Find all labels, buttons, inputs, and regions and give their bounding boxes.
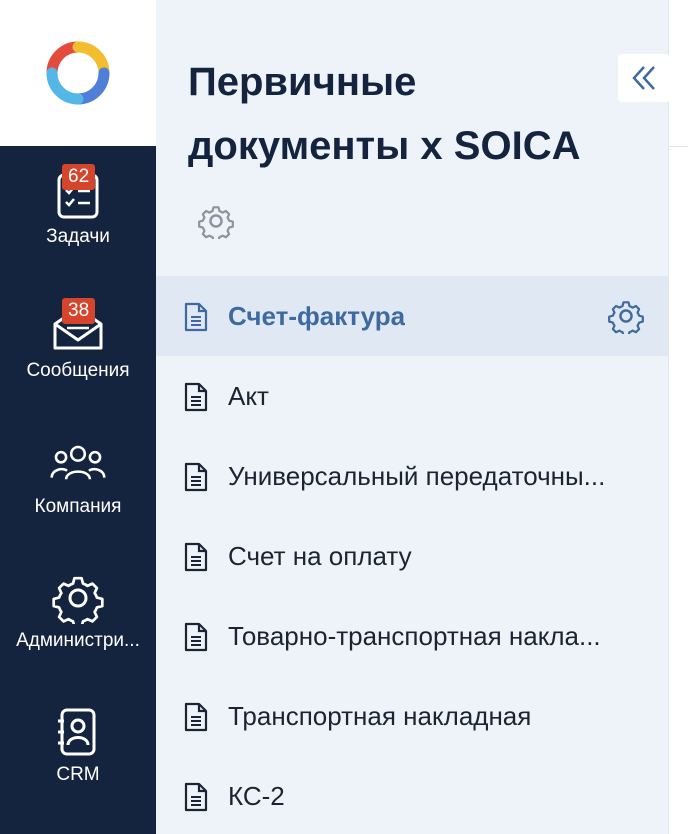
doc-item-act[interactable]: Акт [156,356,668,436]
section-title-text: Первичные документы х SOICA [188,60,581,168]
double-chevron-left-icon [632,66,655,90]
document-icon [184,622,208,652]
gear-icon [52,576,104,624]
tasks-badge: 62 [62,164,96,190]
people-icon [50,445,106,480]
rail-item-messages[interactable]: 38 Сообщения [0,298,156,382]
document-icon [184,702,208,732]
rail-item-admin[interactable]: Администри... [0,570,156,652]
document-list: Счет-фактура Акт Универсальный передаточ… [156,276,668,834]
row-settings-gear-icon[interactable] [608,298,644,334]
rail-label-admin: Администри... [16,630,140,651]
app-logo[interactable] [0,0,156,146]
doc-label: Счет на оплату [228,541,412,571]
rail-item-company[interactable]: Компания [0,436,156,518]
doc-item-upd[interactable]: Универсальный передаточны... [156,436,668,516]
doc-item-payment-invoice[interactable]: Счет на оплату [156,516,668,596]
document-icon [184,542,208,572]
messages-badge: 38 [62,298,96,324]
rail-label-company: Компания [34,496,122,517]
doc-label: Счет-фактура [228,301,406,331]
doc-label: Товарно-транспортная накла... [228,621,601,651]
app-root: 62 Задачи 38 Сообщения Компания Админист… [0,0,688,834]
rail-label-tasks: Задачи [46,226,110,247]
document-icon [184,382,208,412]
doc-label: КС-2 [228,781,285,811]
doc-label: Универсальный передаточны... [228,461,606,491]
rail-item-tasks[interactable]: 62 Задачи [0,164,156,248]
rail-item-crm[interactable]: CRM [0,704,156,786]
content-edge [668,0,688,834]
section-settings-icon[interactable] [198,194,234,243]
doc-item-waybill-ttn[interactable]: Товарно-транспортная накла... [156,596,668,676]
doc-item-invoice[interactable]: Счет-фактура [156,276,668,356]
logo-icon [46,41,110,105]
section-title: Первичные документы х SOICA [188,50,588,243]
document-icon [184,782,208,812]
doc-label: Транспортная накладная [228,701,532,731]
contact-book-icon [58,708,96,756]
rail-label-crm: CRM [56,764,100,785]
collapse-panel-button[interactable] [618,54,670,102]
doc-item-ks2[interactable]: КС-2 [156,756,668,834]
left-rail: 62 Задачи 38 Сообщения Компания Админист… [0,0,156,834]
document-icon [184,462,208,492]
doc-item-transport-waybill[interactable]: Транспортная накладная [156,676,668,756]
doc-label: Акт [228,381,269,411]
rail-label-messages: Сообщения [26,360,130,381]
document-icon [184,302,208,332]
